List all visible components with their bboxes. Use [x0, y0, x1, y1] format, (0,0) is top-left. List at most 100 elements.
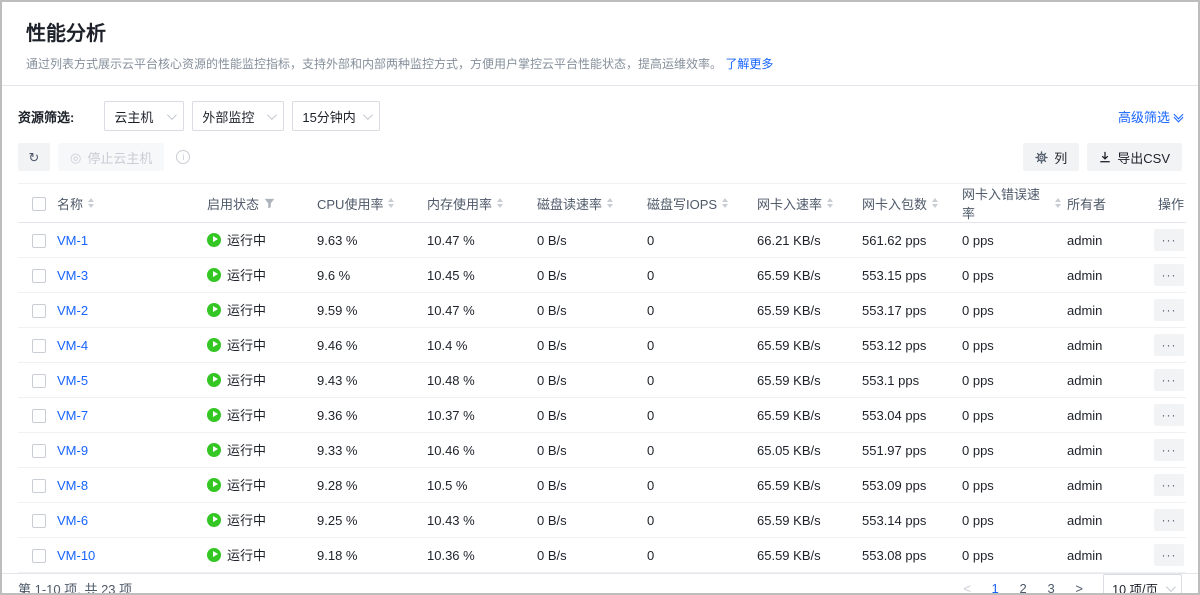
memory-usage-cell: 10.45 % [427, 258, 537, 293]
net-in-packets-cell: 553.12 pps [862, 328, 962, 363]
vm-name-link[interactable]: VM-9 [57, 443, 88, 458]
ellipsis-icon: ··· [1162, 338, 1177, 352]
disk-write-iops-cell: 0 [647, 363, 757, 398]
row-actions-button[interactable]: ··· [1154, 369, 1184, 391]
row-actions-button[interactable]: ··· [1154, 299, 1184, 321]
sort-icon[interactable] [1055, 198, 1061, 208]
disk-write-iops-cell: 0 [647, 328, 757, 363]
vm-name-link[interactable]: VM-8 [57, 478, 88, 493]
row-actions-button[interactable]: ··· [1154, 334, 1184, 356]
stop-vm-button[interactable]: ◎ 停止云主机 [58, 143, 164, 171]
net-in-packets-cell: 553.14 pps [862, 503, 962, 538]
owner-cell: admin [1067, 258, 1147, 293]
owner-cell: admin [1067, 468, 1147, 503]
disk-write-iops-cell: 0 [647, 468, 757, 503]
row-checkbox[interactable] [32, 269, 46, 283]
select-all-cell [18, 184, 57, 223]
sort-icon[interactable] [722, 198, 728, 208]
page-number-2[interactable]: 2 [1011, 576, 1035, 595]
page-number-3[interactable]: 3 [1039, 576, 1063, 595]
column-header[interactable]: 网卡入包数 [862, 184, 962, 223]
row-checkbox[interactable] [32, 304, 46, 318]
row-checkbox[interactable] [32, 444, 46, 458]
row-checkbox[interactable] [32, 479, 46, 493]
column-header[interactable]: 磁盘读速率 [537, 184, 647, 223]
vm-name-link[interactable]: VM-4 [57, 338, 88, 353]
running-status-icon [207, 513, 221, 527]
row-actions-button[interactable]: ··· [1154, 264, 1184, 286]
vm-name-link[interactable]: VM-2 [57, 303, 88, 318]
vm-name-link[interactable]: VM-6 [57, 513, 88, 528]
vm-name-link[interactable]: VM-5 [57, 373, 88, 388]
table-row: VM-3 运行中 9.6 % 10.45 % 0 B/s 0 65.59 KB/… [18, 258, 1186, 293]
column-header[interactable]: CPU使用率 [317, 184, 427, 223]
row-checkbox-cell [18, 258, 57, 293]
advanced-filter-link[interactable]: 高级筛选 [1118, 107, 1182, 126]
row-checkbox[interactable] [32, 374, 46, 388]
vm-name-link[interactable]: VM-7 [57, 408, 88, 423]
column-header[interactable]: 内存使用率 [427, 184, 537, 223]
net-in-errors-cell: 0 pps [962, 398, 1067, 433]
disk-write-iops-cell: 0 [647, 223, 757, 258]
column-header[interactable]: 网卡入速率 [757, 184, 862, 223]
row-actions-button[interactable]: ··· [1154, 439, 1184, 461]
page-number-1[interactable]: 1 [983, 576, 1007, 595]
row-actions-button[interactable]: ··· [1154, 544, 1184, 566]
time-range-select[interactable]: 15分钟内 [292, 101, 380, 131]
running-status-icon [207, 373, 221, 387]
disk-write-iops-cell: 0 [647, 398, 757, 433]
resource-type-select[interactable]: 云主机 [104, 101, 184, 131]
vm-name-link[interactable]: VM-1 [57, 233, 88, 248]
actions-cell: ··· [1147, 293, 1186, 328]
info-icon[interactable]: i [176, 150, 190, 164]
column-header[interactable]: 名称 [57, 184, 207, 223]
chevron-down-icon [1166, 582, 1176, 592]
columns-button[interactable]: 列 [1023, 143, 1079, 171]
row-actions-button[interactable]: ··· [1154, 229, 1184, 251]
refresh-icon: ↻ [29, 151, 40, 164]
row-checkbox[interactable] [32, 514, 46, 528]
column-header[interactable]: 启用状态 [207, 184, 317, 223]
row-checkbox[interactable] [32, 234, 46, 248]
row-actions-button[interactable]: ··· [1154, 509, 1184, 531]
filter-icon[interactable] [264, 198, 275, 209]
gear-icon [1035, 151, 1048, 164]
row-actions-button[interactable]: ··· [1154, 404, 1184, 426]
sort-icon[interactable] [88, 198, 94, 208]
row-checkbox[interactable] [32, 409, 46, 423]
page-size-select[interactable]: 10 项/页 [1103, 574, 1182, 595]
actions-cell: ··· [1147, 328, 1186, 363]
net-in-errors-cell: 0 pps [962, 433, 1067, 468]
column-header: 操作 [1147, 184, 1186, 223]
sort-icon[interactable] [607, 198, 613, 208]
download-icon [1099, 151, 1111, 163]
select-all-checkbox[interactable] [32, 197, 46, 211]
memory-usage-cell: 10.4 % [427, 328, 537, 363]
sort-icon[interactable] [932, 198, 938, 208]
vm-name-link[interactable]: VM-3 [57, 268, 88, 283]
net-in-rate-cell: 66.21 KB/s [757, 223, 862, 258]
sort-icon[interactable] [827, 198, 833, 208]
row-checkbox[interactable] [32, 549, 46, 563]
row-checkbox[interactable] [32, 339, 46, 353]
column-header[interactable]: 磁盘写IOPS [647, 184, 757, 223]
learn-more-link[interactable]: 了解更多 [725, 57, 773, 71]
sort-icon[interactable] [388, 198, 394, 208]
row-actions-button[interactable]: ··· [1154, 474, 1184, 496]
table-row: VM-6 运行中 9.25 % 10.43 % 0 B/s 0 65.59 KB… [18, 503, 1186, 538]
chevron-down-icon [267, 110, 277, 120]
sort-icon[interactable] [497, 198, 503, 208]
next-page-button[interactable]: > [1067, 576, 1091, 595]
export-csv-button[interactable]: 导出CSV [1087, 143, 1182, 171]
refresh-button[interactable]: ↻ [18, 143, 50, 171]
table-row: VM-5 运行中 9.43 % 10.48 % 0 B/s 0 65.59 KB… [18, 363, 1186, 398]
column-header[interactable]: 网卡入错误速率 [962, 184, 1067, 223]
disk-read-rate-cell: 0 B/s [537, 398, 647, 433]
monitor-type-select[interactable]: 外部监控 [192, 101, 284, 131]
ellipsis-icon: ··· [1162, 268, 1177, 282]
prev-page-button[interactable]: < [955, 576, 979, 595]
vm-name-link[interactable]: VM-10 [57, 548, 95, 563]
running-status-icon [207, 548, 221, 562]
table-header-row: 名称启用状态CPU使用率内存使用率磁盘读速率磁盘写IOPS网卡入速率网卡入包数网… [18, 184, 1186, 223]
cpu-usage-cell: 9.33 % [317, 433, 427, 468]
